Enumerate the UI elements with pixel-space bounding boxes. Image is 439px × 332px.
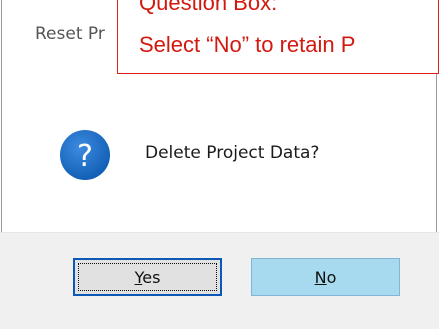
dialog-message: Delete Project Data? (145, 143, 320, 163)
annotation-callout: Question Box: Select “No” to retain P (117, 0, 439, 74)
no-button-label: No (315, 268, 337, 287)
yes-button[interactable]: Yes (73, 258, 222, 296)
callout-line-2: Select “No” to retain P (139, 32, 356, 57)
dialog-title: Reset Pr (35, 24, 105, 44)
no-label-rest: o (326, 267, 337, 287)
no-mnemonic: N (314, 267, 327, 287)
no-button[interactable]: No (251, 258, 400, 296)
focus-ring (78, 263, 217, 291)
callout-line-1: Question Box: (139, 0, 278, 15)
svg-text:?: ? (77, 139, 93, 174)
question-icon: ? (60, 130, 110, 180)
